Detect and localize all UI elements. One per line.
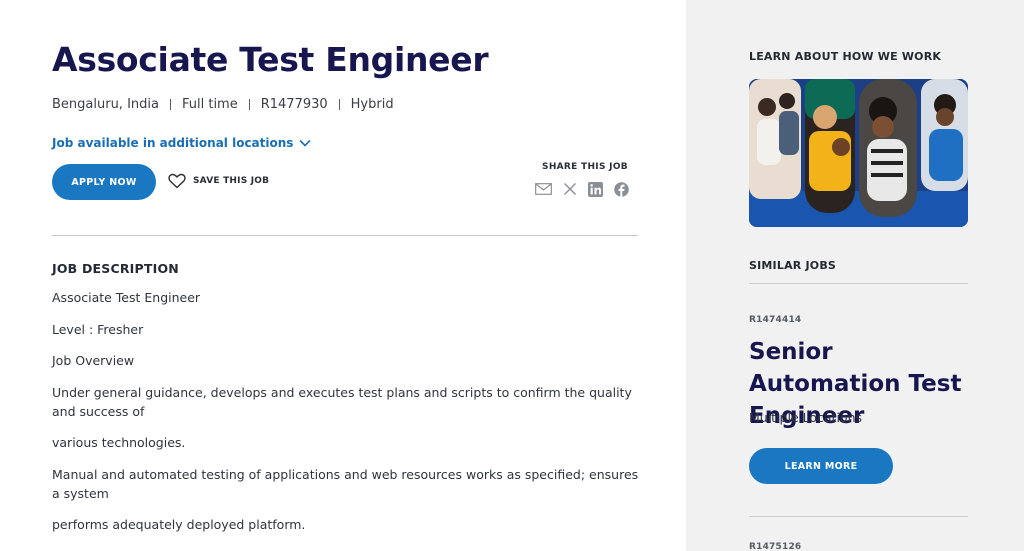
share-job: SHARE THIS JOB	[532, 162, 638, 198]
linkedin-icon[interactable]	[587, 180, 605, 198]
share-job-label: SHARE THIS JOB	[542, 162, 628, 172]
meta-separator	[338, 99, 340, 110]
save-job-label: SAVE THIS JOB	[193, 176, 270, 186]
job-location: Bengaluru, India	[52, 97, 159, 112]
similar-job-req-id: R1474414	[749, 315, 802, 325]
job-type: Full time	[181, 97, 238, 112]
job-meta: Bengaluru, India Full time R1477930 Hybr…	[52, 97, 394, 112]
meta-separator	[169, 99, 171, 110]
additional-locations-label: Job available in additional locations	[52, 136, 294, 150]
description-paragraph: various technologies.	[52, 435, 186, 450]
section-divider	[52, 235, 638, 236]
description-paragraph: Level : Fresher	[52, 322, 144, 337]
main-content: Associate Test Engineer Bengaluru, India…	[0, 0, 686, 551]
apply-now-button[interactable]: APPLY NOW	[52, 164, 156, 200]
job-description-heading: JOB DESCRIPTION	[52, 261, 179, 276]
heart-icon	[168, 173, 186, 189]
description-paragraph: Manual and automated testing of applicat…	[52, 467, 639, 501]
meta-separator	[248, 99, 250, 110]
x-icon[interactable]	[561, 180, 579, 198]
additional-locations-toggle[interactable]: Job available in additional locations	[52, 136, 312, 150]
similar-jobs-heading: SIMILAR JOBS	[749, 259, 837, 272]
how-we-work-image[interactable]	[749, 79, 968, 227]
chevron-down-icon	[299, 139, 312, 147]
how-we-work-heading: LEARN ABOUT HOW WE WORK	[749, 50, 942, 63]
sidebar-divider	[749, 283, 968, 284]
facebook-icon[interactable]	[612, 180, 630, 198]
sidebar-divider	[749, 516, 968, 517]
job-title: Associate Test Engineer	[52, 40, 489, 79]
email-icon[interactable]	[535, 180, 553, 198]
description-paragraph: Under general guidance, develops and exe…	[52, 385, 632, 419]
description-paragraph: Associate Test Engineer	[52, 290, 201, 305]
similar-job-location: Multiple Locations	[749, 410, 863, 425]
similar-job-req-id: R1475126	[749, 542, 802, 551]
description-paragraph: performs adequately deployed platform.	[52, 517, 306, 532]
learn-more-button[interactable]: LEARN MORE	[749, 448, 893, 484]
job-mode: Hybrid	[350, 97, 394, 112]
description-paragraph: Job Overview	[52, 353, 135, 368]
save-job-button[interactable]: SAVE THIS JOB	[168, 173, 269, 189]
job-req-id: R1477930	[260, 97, 328, 112]
